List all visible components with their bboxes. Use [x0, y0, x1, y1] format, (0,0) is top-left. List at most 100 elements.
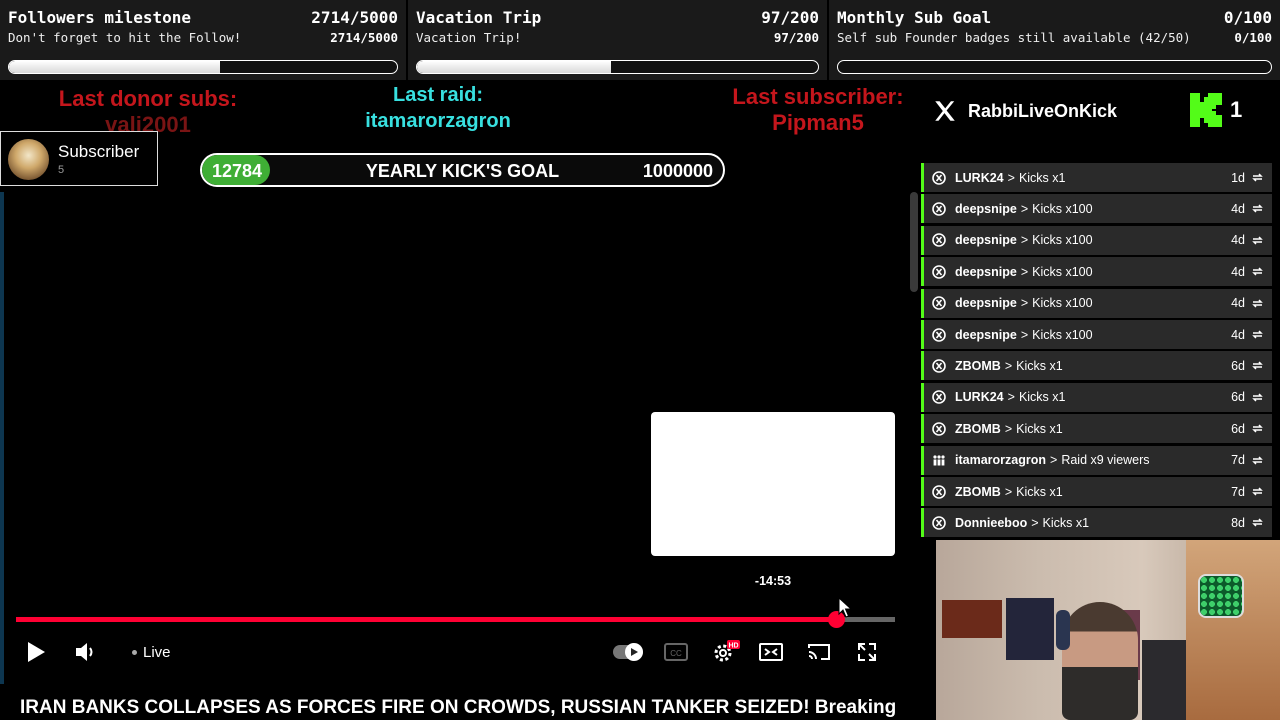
- kick-circle-icon: [932, 233, 946, 248]
- event-user: itamarorzagron: [955, 453, 1046, 468]
- yearly-goal-bar: YEARLY KICK'S GOAL 12784 1000000: [200, 153, 725, 187]
- event-separator: >: [1007, 390, 1015, 405]
- kick-circle-icon: [932, 296, 946, 310]
- event-user: LURK24: [955, 170, 1004, 185]
- settings-button[interactable]: HD: [710, 638, 740, 666]
- replay-icon[interactable]: [1251, 234, 1264, 247]
- event-action: Kicks x1: [1018, 390, 1066, 405]
- captions-button[interactable]: CC: [663, 638, 689, 666]
- play-icon: [28, 642, 45, 662]
- event-user: ZBOMB: [955, 358, 1001, 373]
- video-progress-bar[interactable]: [16, 611, 895, 628]
- video-title: IRAN BANKS COLLAPSES AS FORCES FIRE ON C…: [20, 697, 897, 718]
- replay-icon[interactable]: [1251, 171, 1264, 184]
- event-time: 4d: [1231, 201, 1245, 216]
- event-user: LURK24: [955, 390, 1004, 405]
- webcam-jar: [1198, 574, 1244, 618]
- kick-circle-icon: [932, 421, 946, 436]
- event-time: 6d: [1231, 390, 1245, 405]
- last-subscriber-label: Last subscriber:: [732, 84, 904, 109]
- captions-icon: CC: [664, 643, 688, 661]
- event-separator: >: [1050, 453, 1058, 468]
- replay-icon[interactable]: [1251, 359, 1264, 372]
- kick-circle-icon: [932, 170, 946, 185]
- event-row[interactable]: deepsnipe > Kicks x100 4d: [921, 257, 1272, 287]
- followers-goal-widget: Followers milestone Don't forget to hit …: [0, 0, 406, 80]
- event-user: deepsnipe: [955, 296, 1017, 311]
- event-separator: >: [1020, 201, 1029, 216]
- last-subscriber-widget: Last subscriber: Pipman5: [706, 84, 930, 136]
- kick-circle-icon: [932, 264, 946, 279]
- miniplayer-button[interactable]: [758, 638, 784, 666]
- yearly-goal-target: 1000000: [642, 161, 713, 181]
- event-user: deepsnipe: [955, 327, 1017, 342]
- event-row[interactable]: LURK24 > Kicks x1 1d: [921, 163, 1272, 192]
- scrollbar[interactable]: [910, 192, 918, 292]
- goal-count: 0/100: [1223, 8, 1272, 27]
- event-row[interactable]: ZBOMB > Kicks x1 7d: [921, 477, 1272, 506]
- event-separator: >: [1004, 358, 1013, 373]
- event-user: ZBOMB: [955, 484, 1001, 499]
- event-time: 1d: [1231, 170, 1245, 185]
- event-action: Kicks x100: [1032, 233, 1093, 248]
- kick-circle-icon: [932, 327, 946, 342]
- replay-icon[interactable]: [1251, 422, 1264, 435]
- goal-progress-bar: [416, 60, 819, 74]
- goal-progress-fill: [417, 61, 612, 73]
- video-edge: [0, 192, 4, 684]
- event-row[interactable]: Donnieeboo > Kicks x1 8d: [921, 508, 1272, 538]
- event-row[interactable]: LURK24 > Kicks x1 6d: [921, 382, 1272, 412]
- fullscreen-icon: [858, 643, 876, 661]
- event-feed[interactable]: LURK24 > Kicks x1 1d deepsnipe > Kicks x100 4d d…: [921, 158, 1272, 538]
- last-raid-label: Last raid:: [392, 84, 484, 106]
- event-action: Kicks x100: [1032, 296, 1093, 311]
- kick-circle-icon: [932, 390, 946, 405]
- kick-circle-icon: [932, 484, 946, 499]
- seek-preview-thumbnail: [651, 412, 895, 556]
- goal-count-small: 0/100: [1234, 30, 1272, 45]
- fullscreen-button[interactable]: [854, 638, 880, 666]
- replay-icon[interactable]: [1251, 328, 1264, 341]
- play-button[interactable]: [22, 638, 50, 666]
- event-action: Kicks x100: [1032, 201, 1093, 216]
- replay-icon[interactable]: [1251, 297, 1264, 310]
- kick-circle-icon: [932, 202, 946, 216]
- progress-played: [16, 617, 837, 622]
- replay-icon[interactable]: [1251, 391, 1264, 404]
- goal-title: Vacation Trip: [416, 8, 542, 27]
- replay-icon[interactable]: [1251, 454, 1264, 467]
- replay-icon[interactable]: [1251, 485, 1264, 498]
- event-row[interactable]: ZBOMB > Kicks x1 6d: [921, 414, 1272, 444]
- replay-icon[interactable]: [1251, 265, 1264, 278]
- goal-count-small: 97/200: [773, 30, 819, 45]
- hd-badge-text: HD: [728, 643, 738, 650]
- kick-count: 1: [1230, 97, 1243, 122]
- event-row[interactable]: ZBOMB > Kicks x1 6d: [921, 351, 1272, 381]
- gear-icon: HD: [714, 640, 740, 662]
- event-row[interactable]: itamarorzagron > Raid x9 viewers 7d: [921, 445, 1272, 475]
- cast-button[interactable]: [806, 638, 832, 666]
- last-raid-name: itamarorzagron: [365, 110, 511, 132]
- subscriber-label: Subscriber: [58, 142, 140, 161]
- event-time: 6d: [1231, 358, 1245, 373]
- goal-subtitle: Don't forget to hit the Follow!: [8, 30, 242, 45]
- raid-icon: [933, 455, 945, 466]
- goal-title: Monthly Sub Goal: [837, 8, 992, 27]
- event-action: Kicks x1: [1018, 170, 1066, 185]
- event-row[interactable]: deepsnipe > Kicks x100 4d: [921, 320, 1272, 349]
- last-raid-widget: Last raid: itamarorzagron: [350, 82, 526, 134]
- goal-subtitle: Vacation Trip!: [416, 30, 522, 45]
- replay-icon[interactable]: [1251, 516, 1264, 529]
- event-row[interactable]: deepsnipe > Kicks x100 4d: [921, 225, 1272, 255]
- autoplay-toggle[interactable]: [612, 638, 644, 666]
- replay-icon[interactable]: [1251, 202, 1264, 215]
- volume-button[interactable]: [72, 638, 100, 666]
- autoplay-toggle-icon: [613, 643, 643, 661]
- event-row[interactable]: deepsnipe > Kicks x100 4d: [921, 288, 1272, 318]
- event-row[interactable]: deepsnipe > Kicks x100 4d: [921, 194, 1272, 224]
- event-separator: >: [1004, 421, 1013, 436]
- live-indicator[interactable]: Live: [132, 638, 171, 666]
- event-user: deepsnipe: [955, 264, 1017, 279]
- seek-time-tooltip: -14:53: [754, 574, 792, 588]
- goal-count: 97/200: [761, 8, 819, 27]
